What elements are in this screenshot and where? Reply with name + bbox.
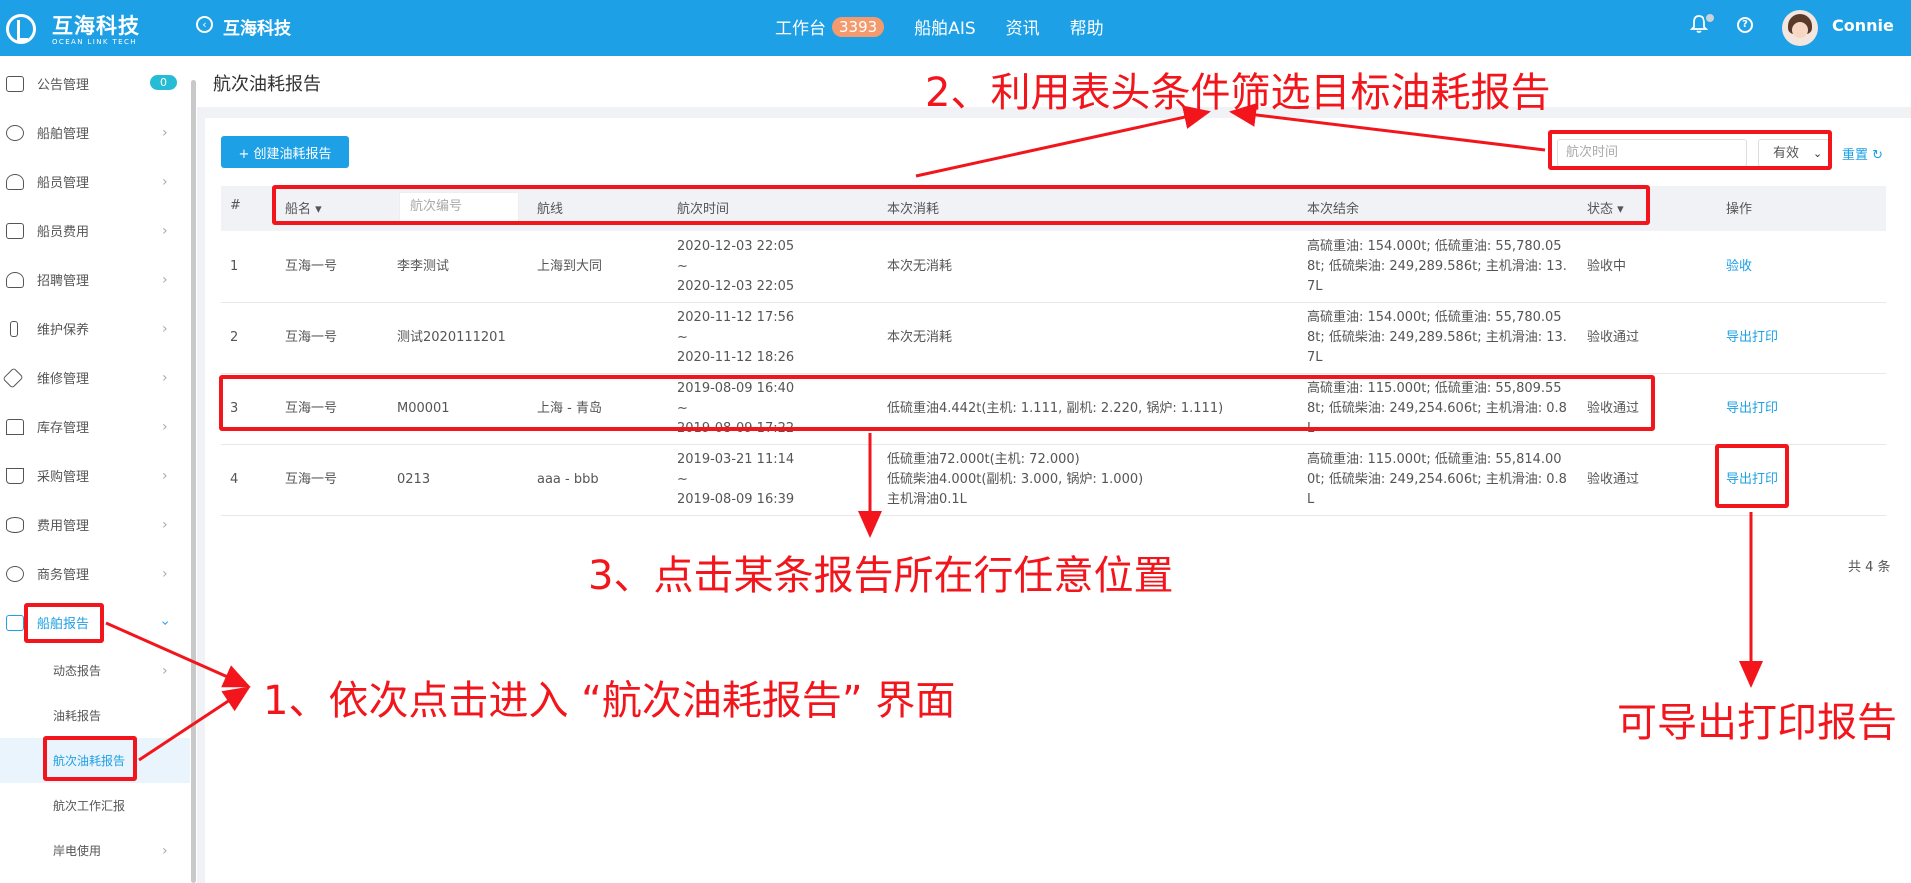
arrow-from-reports: [105, 621, 251, 688]
arrow-to-step2-left: [915, 105, 1211, 178]
arrow-to-step2-right: [1229, 102, 1546, 152]
annotation-arrows: [105, 102, 1763, 762]
arrow-from-voyage-fuel: [138, 686, 251, 762]
